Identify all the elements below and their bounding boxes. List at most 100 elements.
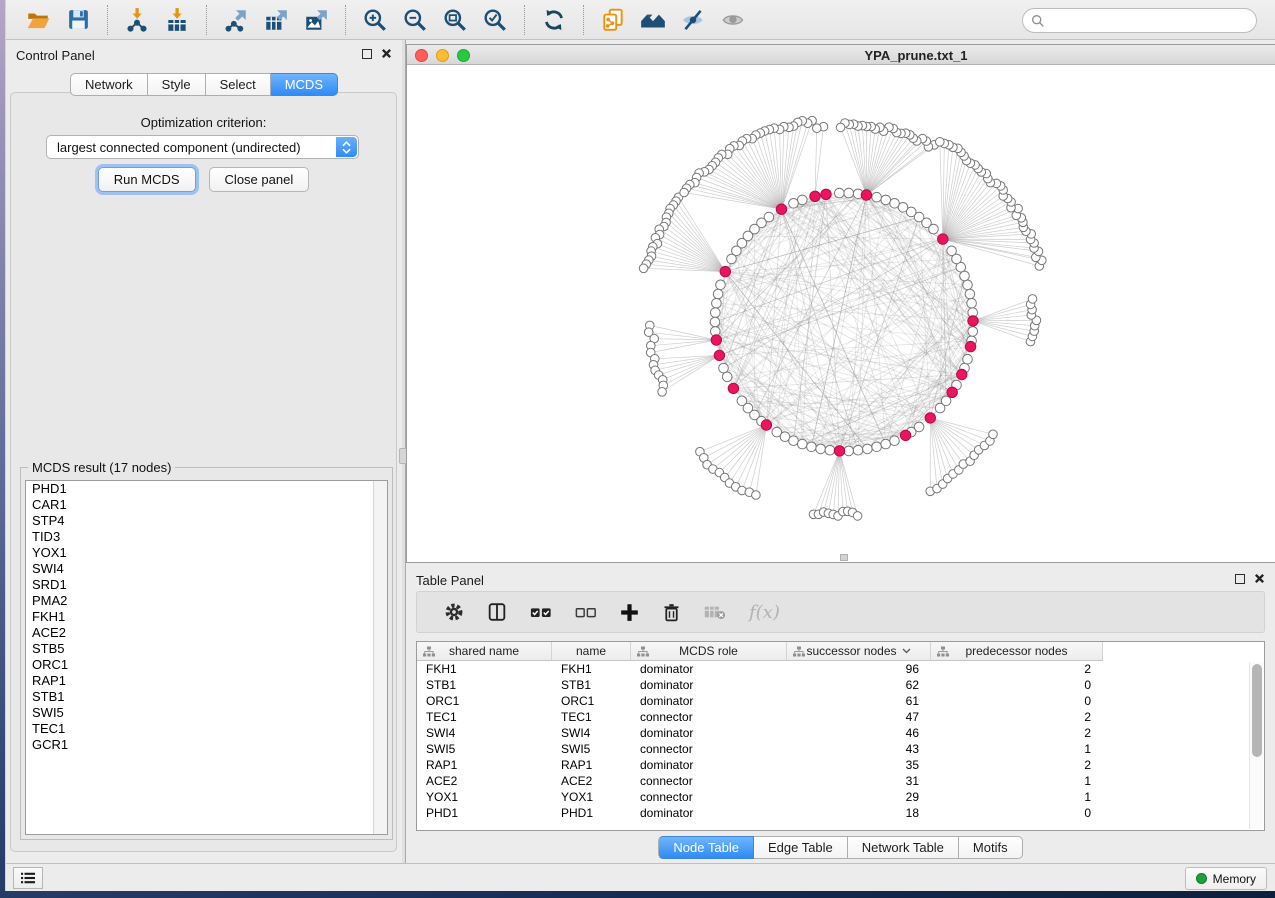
- result-node-item[interactable]: GCR1: [26, 737, 387, 753]
- table-cell[interactable]: STB1: [417, 677, 552, 693]
- table-scrollbar-thumb[interactable]: [1252, 664, 1262, 757]
- table-cell[interactable]: ACE2: [417, 773, 552, 789]
- result-node-item[interactable]: YOX1: [26, 545, 387, 561]
- table-cell[interactable]: 0: [931, 805, 1103, 821]
- table-cell[interactable]: ACE2: [552, 773, 631, 789]
- table-cell[interactable]: dominator: [631, 677, 787, 693]
- float-panel-icon[interactable]: [362, 49, 372, 59]
- table-cell[interactable]: connector: [631, 789, 787, 805]
- close-panel-icon[interactable]: [381, 48, 392, 59]
- tab-select[interactable]: Select: [206, 73, 271, 96]
- result-node-item[interactable]: SWI4: [26, 561, 387, 577]
- table-scrollbar[interactable]: [1249, 662, 1263, 829]
- import-table-icon[interactable]: [162, 5, 192, 35]
- table-cell[interactable]: FKH1: [552, 661, 631, 677]
- table-cell[interactable]: dominator: [631, 805, 787, 821]
- table-cell[interactable]: connector: [631, 741, 787, 757]
- tab-network-table[interactable]: Network Table: [848, 836, 959, 859]
- criterion-select[interactable]: largest connected component (undirected): [46, 135, 359, 159]
- table-cell[interactable]: 1: [931, 789, 1103, 805]
- task-history-button[interactable]: [13, 867, 43, 889]
- table-cell[interactable]: ORC1: [417, 693, 552, 709]
- table-cell[interactable]: dominator: [631, 661, 787, 677]
- tab-motifs[interactable]: Motifs: [959, 836, 1023, 859]
- table-cell[interactable]: STB1: [552, 677, 631, 693]
- table-cell[interactable]: dominator: [631, 693, 787, 709]
- result-node-item[interactable]: ORC1: [26, 657, 387, 673]
- table-cell[interactable]: 96: [787, 661, 931, 677]
- table-row[interactable]: SWI5SWI5connector431: [417, 741, 1264, 757]
- tab-style[interactable]: Style: [148, 73, 206, 96]
- result-node-item[interactable]: ACE2: [26, 625, 387, 641]
- table-cell[interactable]: SWI5: [552, 741, 631, 757]
- zoom-in-icon[interactable]: [360, 5, 390, 35]
- table-cell[interactable]: PHD1: [552, 805, 631, 821]
- save-session-icon[interactable]: [63, 5, 93, 35]
- table-settings-gear-icon[interactable]: [443, 601, 465, 623]
- table-cell[interactable]: PHD1: [417, 805, 552, 821]
- close-window-icon[interactable]: [415, 49, 428, 62]
- table-cell[interactable]: 2: [931, 661, 1103, 677]
- table-cell[interactable]: 1: [931, 773, 1103, 789]
- result-node-item[interactable]: TID3: [26, 529, 387, 545]
- result-node-item[interactable]: STP4: [26, 513, 387, 529]
- delete-column-trash-icon[interactable]: [661, 602, 682, 623]
- table-cell[interactable]: 2: [931, 757, 1103, 773]
- open-session-icon[interactable]: [23, 5, 53, 35]
- table-cell[interactable]: 2: [931, 709, 1103, 725]
- export-image-icon[interactable]: [301, 5, 331, 35]
- float-panel-icon[interactable]: [1235, 574, 1245, 584]
- clone-network-icon[interactable]: [598, 5, 628, 35]
- table-row[interactable]: RAP1RAP1dominator352: [417, 757, 1264, 773]
- result-node-item[interactable]: RAP1: [26, 673, 387, 689]
- column-header-shared-name[interactable]: shared name: [417, 642, 552, 661]
- tab-network[interactable]: Network: [70, 73, 148, 96]
- table-cell[interactable]: RAP1: [417, 757, 552, 773]
- table-cell[interactable]: 62: [787, 677, 931, 693]
- table-cell[interactable]: SWI5: [417, 741, 552, 757]
- result-node-item[interactable]: STB5: [26, 641, 387, 657]
- result-node-item[interactable]: FKH1: [26, 609, 387, 625]
- table-row[interactable]: STB1STB1dominator620: [417, 677, 1264, 693]
- select-all-icon[interactable]: [529, 601, 553, 623]
- table-row[interactable]: FKH1FKH1dominator962: [417, 661, 1264, 677]
- zoom-out-icon[interactable]: [400, 5, 430, 35]
- column-header-name[interactable]: name: [552, 642, 631, 661]
- hide-selected-icon[interactable]: [678, 5, 708, 35]
- export-network-icon[interactable]: [221, 5, 251, 35]
- export-table-icon[interactable]: [261, 5, 291, 35]
- result-node-item[interactable]: PMA2: [26, 593, 387, 609]
- column-header-mcds-role[interactable]: MCDS role: [631, 642, 787, 661]
- table-cell[interactable]: TEC1: [552, 709, 631, 725]
- table-cell[interactable]: FKH1: [417, 661, 552, 677]
- tab-mcds[interactable]: MCDS: [271, 73, 338, 96]
- table-cell[interactable]: dominator: [631, 725, 787, 741]
- import-network-icon[interactable]: [122, 5, 152, 35]
- search-field[interactable]: [1022, 8, 1257, 33]
- network-canvas[interactable]: [407, 66, 1275, 563]
- table-cell[interactable]: 2: [931, 725, 1103, 741]
- table-cell[interactable]: 1: [931, 741, 1103, 757]
- run-mcds-button[interactable]: Run MCDS: [98, 167, 196, 192]
- table-cell[interactable]: 0: [931, 677, 1103, 693]
- table-cell[interactable]: YOX1: [552, 789, 631, 805]
- tab-node-table[interactable]: Node Table: [658, 836, 754, 859]
- table-cell[interactable]: 31: [787, 773, 931, 789]
- result-node-item[interactable]: SRD1: [26, 577, 387, 593]
- add-column-icon[interactable]: [619, 602, 640, 623]
- minimize-window-icon[interactable]: [436, 49, 449, 62]
- table-cell[interactable]: ORC1: [552, 693, 631, 709]
- maximize-window-icon[interactable]: [457, 49, 470, 62]
- result-node-item[interactable]: TEC1: [26, 721, 387, 737]
- table-cell[interactable]: 61: [787, 693, 931, 709]
- refresh-icon[interactable]: [539, 5, 569, 35]
- close-panel-icon[interactable]: [1254, 573, 1265, 584]
- column-header-predecessor-nodes[interactable]: predecessor nodes: [931, 642, 1103, 661]
- table-cell[interactable]: SWI4: [552, 725, 631, 741]
- table-cell[interactable]: 35: [787, 757, 931, 773]
- deselect-all-icon[interactable]: [574, 601, 598, 623]
- close-panel-button[interactable]: Close panel: [209, 167, 310, 192]
- table-cell[interactable]: connector: [631, 773, 787, 789]
- horizontal-splitter-grip[interactable]: [840, 554, 848, 561]
- first-neighbors-icon[interactable]: [638, 5, 668, 35]
